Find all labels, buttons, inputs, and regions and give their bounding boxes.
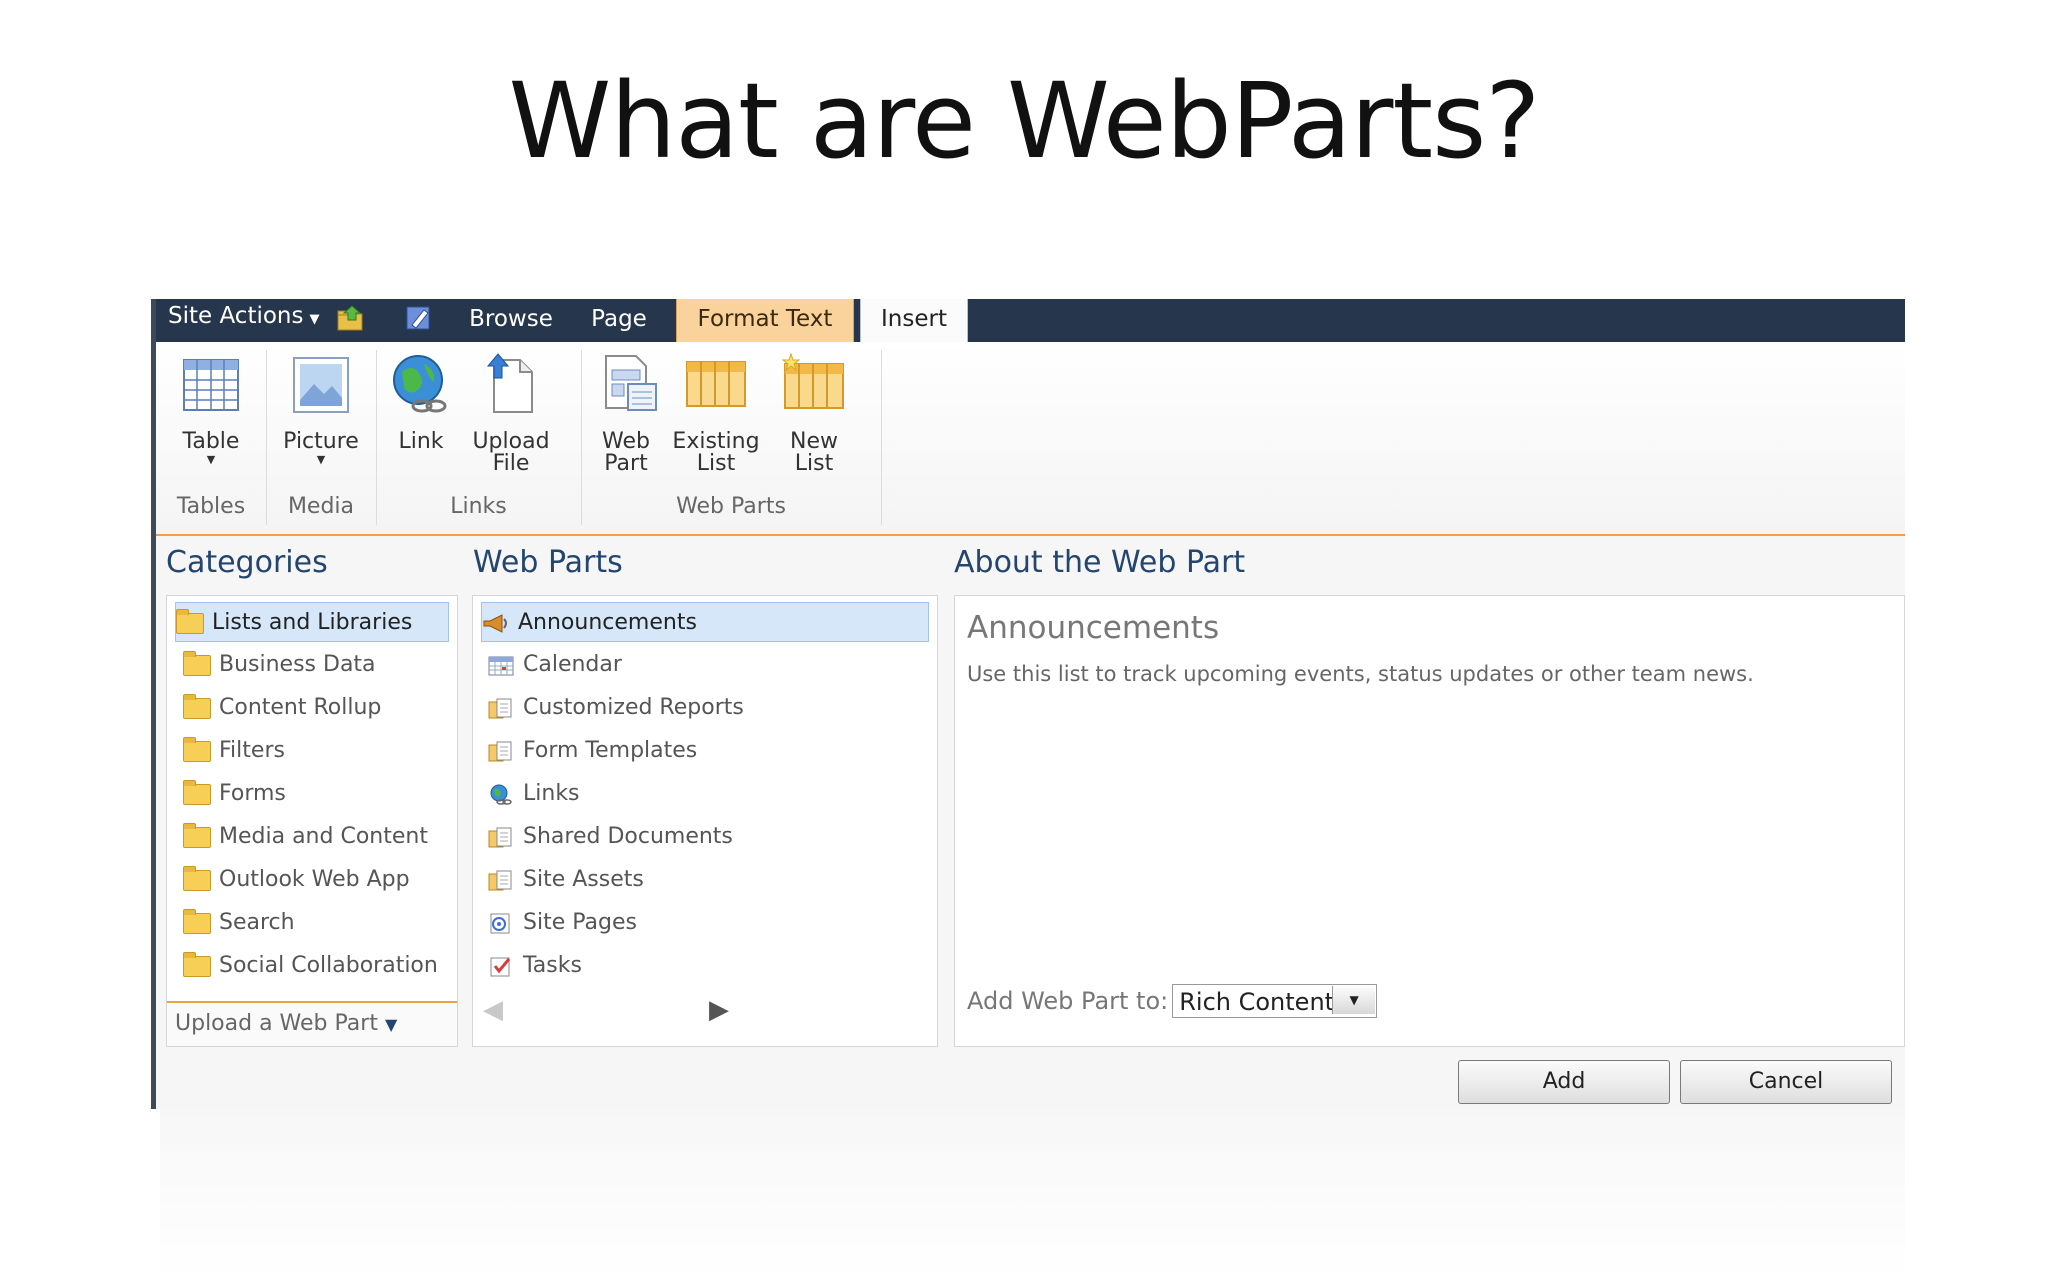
table-icon xyxy=(183,359,239,411)
categories-heading: Categories xyxy=(166,545,328,580)
chevron-down-icon: ▼ xyxy=(384,1015,398,1034)
web-part-item[interactable]: Tasks xyxy=(487,946,582,986)
edit-page-icon[interactable] xyxy=(404,304,434,332)
web-part-item[interactable]: Form Templates xyxy=(487,731,697,771)
tab-format-text[interactable]: Format Text xyxy=(676,299,854,342)
web-part-item[interactable]: Site Assets xyxy=(487,860,644,900)
web-part-title: Announcements xyxy=(967,610,1220,646)
category-item[interactable]: Outlook Web App xyxy=(183,860,410,900)
announcement-megaphone-icon xyxy=(483,613,507,633)
insert-web-part-button[interactable]: Web Part xyxy=(596,352,657,476)
slide-title: What are WebParts? xyxy=(508,60,1541,182)
folder-icon xyxy=(183,736,211,762)
site-actions-label: Site Actions xyxy=(168,303,304,329)
add-web-part-to: Add Web Part to: Rich Content ▼ xyxy=(967,984,1378,1018)
existing-list-icon xyxy=(686,361,746,407)
folder-icon xyxy=(183,693,211,719)
arrow-left-icon[interactable]: ◀ xyxy=(483,994,503,1025)
category-item[interactable]: Content Rollup xyxy=(183,688,381,728)
categories-list: Lists and Libraries Business Data Conten… xyxy=(166,595,458,1047)
picture-label: Picture xyxy=(283,429,359,454)
insert-link-button[interactable]: Link xyxy=(386,352,456,453)
ribbon-tab-bar: Site Actions ▼ Browse Page Format Text In… xyxy=(156,299,1905,346)
add-web-part-to-label: Add Web Part to: xyxy=(967,987,1169,1015)
web-part-item[interactable]: Customized Reports xyxy=(487,688,744,728)
existing-list-button[interactable]: Existing List xyxy=(666,352,766,475)
arrow-right-icon[interactable]: ▶ xyxy=(709,994,729,1025)
group-media: Media xyxy=(287,494,355,519)
calendar-icon xyxy=(488,656,514,675)
asset-library-icon xyxy=(488,870,512,890)
category-item[interactable]: Media and Content xyxy=(183,817,428,857)
category-item[interactable]: Lists and Libraries xyxy=(175,602,449,642)
folder-icon xyxy=(183,908,211,934)
folder-icon xyxy=(183,822,211,848)
web-part-item[interactable]: Links xyxy=(487,774,580,814)
part-label: Part xyxy=(604,451,648,476)
web-part-item[interactable]: Calendar xyxy=(487,645,622,685)
folder-icon xyxy=(183,865,211,891)
form-library-icon xyxy=(488,741,512,761)
web-part-item[interactable]: Announcements xyxy=(481,602,929,642)
tasks-icon xyxy=(490,957,511,976)
zone-select[interactable]: Rich Content ▼ xyxy=(1172,984,1378,1018)
upload-web-part-label: Upload a Web Part xyxy=(175,1011,378,1036)
category-item[interactable]: Search xyxy=(183,903,295,943)
sharepoint-screenshot: Site Actions ▼ Browse Page Format Text In… xyxy=(151,299,1905,1109)
navigate-up-icon[interactable] xyxy=(336,304,366,332)
chevron-down-icon: ▼ xyxy=(316,453,326,466)
cancel-button[interactable]: Cancel xyxy=(1680,1060,1892,1104)
web-part-icon xyxy=(605,355,657,411)
folder-icon xyxy=(183,650,211,676)
web-parts-heading: Web Parts xyxy=(473,545,623,580)
report-library-icon xyxy=(488,698,512,718)
upload-file-icon xyxy=(486,353,533,413)
document-library-icon xyxy=(488,827,512,847)
chevron-down-icon: ▼ xyxy=(309,312,320,327)
new-list-button[interactable]: New List xyxy=(774,352,854,475)
web-part-description: Use this list to track upcoming events, … xyxy=(967,662,1754,686)
chevron-down-icon: ▼ xyxy=(1332,986,1376,1014)
site-actions-menu[interactable]: Site Actions ▼ xyxy=(168,299,319,342)
table-label: Table xyxy=(182,429,240,454)
group-tables: Tables xyxy=(176,494,246,519)
folder-icon xyxy=(183,779,211,805)
globe-link-icon xyxy=(490,784,512,805)
file-label: File xyxy=(492,451,530,476)
ribbon-insert: Table ▼ Picture ▼ Link Upload File Web P… xyxy=(156,342,1905,536)
list-label: List xyxy=(794,451,834,476)
category-item[interactable]: Business Data xyxy=(183,645,376,685)
link-label: Link xyxy=(398,429,444,454)
tab-insert[interactable]: Insert xyxy=(860,299,968,346)
web-parts-list: Announcements Calendar Customized Report… xyxy=(472,595,938,1047)
list-label: List xyxy=(696,451,736,476)
insert-table-button[interactable]: Table ▼ xyxy=(171,352,251,467)
screenshot-shadow xyxy=(160,1109,1905,1280)
upload-web-part-menu[interactable]: Upload a Web Part ▼ xyxy=(167,1001,457,1046)
chevron-down-icon: ▼ xyxy=(206,453,216,466)
new-list-icon xyxy=(781,352,844,409)
tab-page[interactable]: Page xyxy=(574,299,664,342)
web-part-item[interactable]: Site Pages xyxy=(487,903,637,943)
category-item[interactable]: Forms xyxy=(183,774,286,814)
web-part-item[interactable]: Shared Documents xyxy=(487,817,733,857)
upload-file-button[interactable]: Upload File xyxy=(461,352,561,475)
category-item[interactable]: Filters xyxy=(183,731,285,771)
group-links: Links xyxy=(450,494,507,519)
about-web-part-panel: Announcements Use this list to track upc… xyxy=(954,595,1905,1047)
picture-icon xyxy=(293,357,349,413)
category-item[interactable]: Social Collaboration xyxy=(183,946,438,986)
zone-select-value: Rich Content xyxy=(1179,988,1335,1016)
add-button[interactable]: Add xyxy=(1458,1060,1670,1104)
insert-picture-button[interactable]: Picture ▼ xyxy=(271,352,371,467)
group-web-parts: Web Parts xyxy=(676,494,786,519)
about-heading: About the Web Part xyxy=(954,545,1246,580)
tab-browse[interactable]: Browse xyxy=(456,299,566,342)
globe-link-icon xyxy=(393,355,447,413)
folder-icon xyxy=(176,608,204,634)
wiki-pages-icon xyxy=(490,913,510,933)
folder-icon xyxy=(183,951,211,977)
